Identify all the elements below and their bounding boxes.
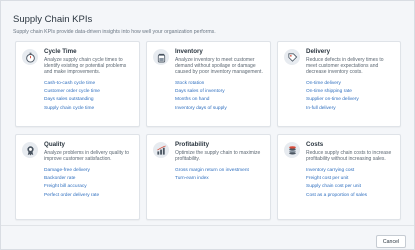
kpi-link-supplier-on-time-delivery[interactable]: Supplier on-time delivery [306,96,395,104]
kpi-link-in-full-delivery[interactable]: In-full delivery [306,105,395,113]
inventory-jar-icon [153,49,169,65]
kpi-link-cash-to-cash-cycle-time[interactable]: Cash-to-cash cycle time [44,80,134,88]
kpi-link-days-sales-outstanding[interactable]: Days sales outstanding [44,96,134,104]
kpi-link-inventory-carrying-cost[interactable]: Inventory carrying cost [306,167,395,175]
card-description: Analyze problems in delivery quality to … [44,150,130,162]
card-description: Reduce defects in delivery times to meet… [306,57,384,75]
kpi-link-customer-order-cycle-time[interactable]: Customer order cycle time [44,88,134,96]
card-description: Optimize the supply chain to maximize pr… [175,150,261,162]
kpi-link-backorder-rate[interactable]: Backorder rate [44,175,134,183]
kpi-card-grid: Cycle Time Analyze supply chain cycle ti… [15,41,401,220]
kpi-link-freight-bill-accuracy[interactable]: Freight bill accuracy [44,183,134,191]
kpi-link-turn-earn-index[interactable]: Turn-earn index [175,175,265,183]
dialog-header: Supply Chain KPIs Supply chain KPIs prov… [1,1,414,41]
kpi-link-months-on-hand[interactable]: Months on hand [175,96,265,104]
card-costs: Costs Reduce supply chain costs to incre… [277,134,401,220]
kpi-link-on-time-delivery[interactable]: On-time delivery [306,80,395,88]
card-profitability: Profitability Optimize the supply chain … [146,134,271,220]
kpi-link-damage-free-delivery[interactable]: Damage-free delivery [44,167,134,175]
kpi-link-days-sales-of-inventory[interactable]: Days sales of inventory [175,88,265,96]
costs-coins-icon [284,142,300,158]
kpi-link-freight-cost-per-unit[interactable]: Freight cost per unit [306,175,395,183]
card-inventory: Inventory Analyze inventory to meet cust… [146,41,271,127]
kpi-link-stock-rotation[interactable]: Stock rotation [175,80,265,88]
kpi-link-supply-chain-cycle-time[interactable]: Supply chain cycle time [44,105,134,113]
card-title: Inventory [175,48,203,55]
card-description: Analyze inventory to meet customer deman… [175,57,263,75]
stopwatch-icon [22,49,38,65]
card-quality: Quality Analyze problems in delivery qua… [15,134,140,220]
kpi-link-cost-as-proportion-of-sales[interactable]: Cost as a proportion of sales [306,192,395,200]
card-description: Analyze supply chain cycle times to iden… [44,57,127,75]
cancel-button[interactable]: Cancel [376,235,406,248]
kpi-link-perfect-order-delivery-rate[interactable]: Perfect order delivery rate [44,192,134,200]
dialog-subtitle: Supply chain KPIs provide data-driven in… [13,29,216,35]
supply-chain-kpis-dialog: Supply Chain KPIs Supply chain KPIs prov… [0,0,415,250]
quality-badge-icon [22,142,38,158]
kpi-link-supply-chain-cost-per-unit[interactable]: Supply chain cost per unit [306,183,395,191]
kpi-link-on-time-shipping-rate[interactable]: On-time shipping rate [306,88,395,96]
card-title: Profitability [175,141,210,148]
profit-chart-icon [153,142,169,158]
dialog-title: Supply Chain KPIs [13,14,93,25]
card-title: Cycle Time [44,48,77,55]
dialog-footer: Cancel [1,225,414,249]
card-title: Costs [306,141,324,148]
card-cycle-time: Cycle Time Analyze supply chain cycle ti… [15,41,140,127]
delivery-tag-icon [284,49,300,65]
card-description: Reduce supply chain costs to increase pr… [306,150,392,162]
kpi-link-gross-margin-return-on-investment[interactable]: Gross margin return on investment [175,167,265,175]
card-title: Delivery [306,48,331,55]
kpi-link-inventory-days-of-supply[interactable]: Inventory days of supply [175,105,265,113]
card-title: Quality [44,141,65,148]
card-delivery: Delivery Reduce defects in delivery time… [277,41,401,127]
